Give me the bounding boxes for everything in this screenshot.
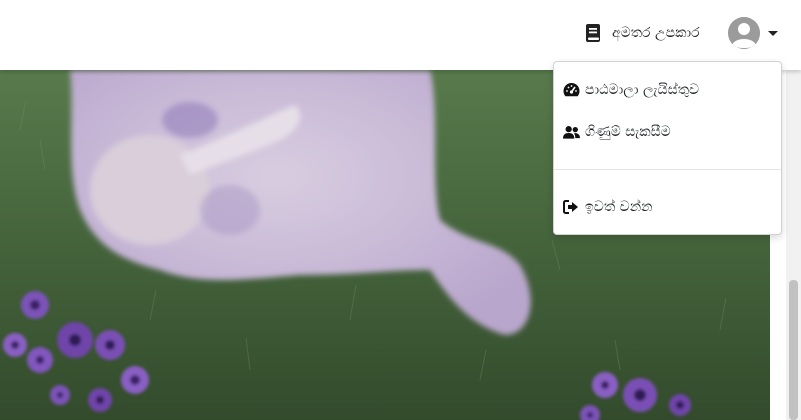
user-menu-toggle[interactable] bbox=[728, 17, 778, 49]
menu-item-label: ඉවත් වන්න bbox=[585, 199, 653, 215]
scrollbar-thumb[interactable] bbox=[789, 280, 798, 420]
users-icon bbox=[563, 124, 580, 140]
menu-divider bbox=[554, 169, 781, 170]
tachometer-icon bbox=[563, 82, 580, 98]
menu-item-logout[interactable]: ඉවත් වන්න bbox=[563, 196, 652, 218]
user-avatar-icon bbox=[728, 17, 760, 49]
resources-label: අමතර උපකාර bbox=[612, 25, 700, 41]
chevron-down-icon bbox=[768, 30, 778, 36]
page: අමතර උපකාර පාඨමාලා ලැයිස්තුව ගිණුම් සැකස… bbox=[0, 0, 801, 420]
resources-link[interactable]: අමතර උපකාර bbox=[585, 22, 700, 44]
menu-item-account-settings[interactable]: ගිණුම් සැකසීම bbox=[563, 121, 671, 143]
menu-item-label: පාඨමාලා ලැයිස්තුව bbox=[585, 82, 700, 98]
sign-out-icon bbox=[563, 199, 580, 215]
vertical-scrollbar[interactable] bbox=[786, 70, 801, 420]
menu-item-course-list[interactable]: පාඨමාලා ලැයිස්තුව bbox=[563, 79, 699, 101]
book-icon bbox=[585, 24, 603, 42]
top-navbar: අමතර උපකාර bbox=[0, 0, 801, 70]
menu-item-label: ගිණුම් සැකසීම bbox=[585, 124, 671, 140]
user-dropdown-menu: පාඨමාලා ලැයිස්තුව ගිණුම් සැකසීම ඉවත් වන්… bbox=[553, 61, 782, 235]
